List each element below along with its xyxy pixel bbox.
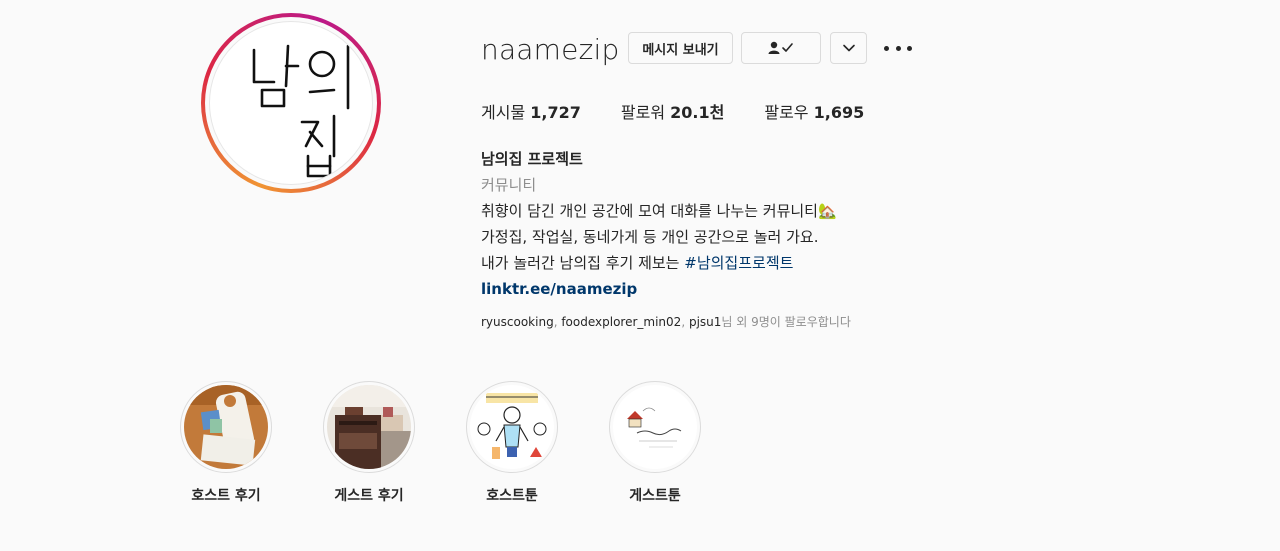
story-highlight[interactable]: 게스트 후기 [323, 381, 415, 505]
followed-by-user[interactable]: ryuscooking [481, 315, 554, 329]
profile-avatar[interactable] [209, 21, 373, 185]
following-label: 팔로우 [764, 103, 809, 122]
chevron-down-icon [842, 44, 855, 52]
followers-value: 20.1천 [670, 103, 725, 122]
profile-stats: 게시물 1,727 팔로워 20.1천 팔로우 1,695 [481, 99, 904, 123]
highlight-cover-image [613, 385, 697, 469]
highlight-label: 호스트툰 [486, 488, 538, 504]
bio-line-3-text: 내가 놀러간 남의집 후기 제보는 [481, 254, 685, 272]
posts-label: 게시물 [481, 103, 526, 122]
highlight-ring [609, 381, 701, 473]
send-message-button[interactable]: 메시지 보내기 [628, 32, 733, 64]
followed-by-user[interactable]: pjsu1 [689, 315, 721, 329]
profile-avatar-ring[interactable] [201, 13, 381, 193]
highlight-cover-image [327, 385, 411, 469]
followed-by-suffix: 님 외 9명이 팔로우합니다 [721, 315, 851, 329]
suggested-dropdown-button[interactable] [830, 32, 867, 64]
story-highlight[interactable]: 호스트 후기 [180, 381, 272, 505]
highlight-ring [180, 381, 272, 473]
highlight-label: 호스트 후기 [191, 488, 261, 504]
highlight-cover-image [184, 385, 268, 469]
house-emoji-icon: 🏡 [817, 202, 837, 220]
highlight-ring [323, 381, 415, 473]
bio-line-1: 취향이 담긴 개인 공간에 모여 대화를 나누는 커뮤니티🏡 [481, 198, 837, 224]
story-highlight[interactable]: 호스트툰 [466, 381, 558, 505]
profile-username: naamezip [481, 33, 620, 66]
following-count[interactable]: 팔로우 1,695 [764, 99, 864, 123]
more-dot [907, 45, 912, 51]
profile-display-name: 남의집 프로젝트 [481, 150, 583, 168]
bio-line-3: 내가 놀러간 남의집 후기 제보는 #남의집프로젝트 [481, 250, 837, 276]
posts-value: 1,727 [530, 103, 581, 122]
bio-external-link[interactable]: linktr.ee/naamezip [481, 276, 837, 302]
posts-count: 게시물 1,727 [481, 99, 581, 123]
bio-line-1-text: 취향이 담긴 개인 공간에 모여 대화를 나누는 커뮤니티 [481, 202, 818, 220]
highlight-label: 게스트툰 [629, 488, 681, 504]
more-dot [884, 45, 889, 51]
bio-line-2: 가정집, 작업실, 동네가게 등 개인 공간으로 놀러 가요. [481, 228, 819, 246]
hashtag-link[interactable]: #남의집프로젝트 [684, 254, 793, 272]
person-check-icon [768, 41, 793, 54]
profile-category: 커뮤니티 [481, 176, 537, 194]
followed-by-text[interactable]: ryuscooking, foodexplorer_min02, pjsu1님 … [481, 313, 851, 330]
highlight-ring [466, 381, 558, 473]
following-value: 1,695 [813, 103, 865, 122]
followers-count[interactable]: 팔로워 20.1천 [621, 99, 724, 123]
more-dot [895, 45, 901, 51]
avatar-logo-image [252, 44, 350, 178]
followed-by-separator: , [681, 315, 689, 329]
followed-by-user[interactable]: foodexplorer_min02 [561, 315, 681, 329]
followers-label: 팔로워 [620, 103, 666, 122]
highlight-label: 게스트 후기 [334, 488, 404, 504]
profile-bio: 남의집 프로젝트 커뮤니티 취향이 담긴 개인 공간에 모여 대화를 나누는 커… [481, 146, 837, 302]
highlight-cover-image [470, 385, 554, 469]
more-options-icon[interactable] [884, 40, 912, 56]
avatar-gap [205, 17, 377, 189]
story-highlight[interactable]: 게스트툰 [609, 381, 701, 505]
following-button[interactable] [741, 32, 821, 64]
